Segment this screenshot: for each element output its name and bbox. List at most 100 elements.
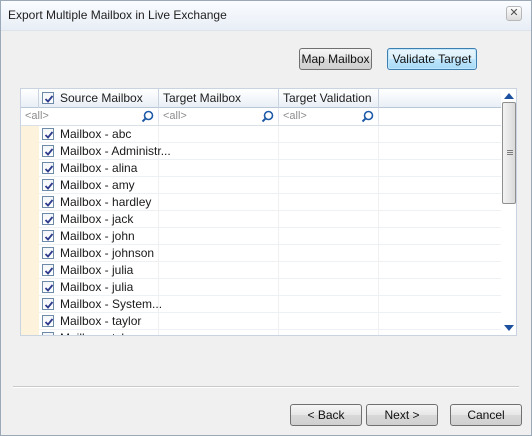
column-header-source[interactable]: Source Mailbox bbox=[39, 89, 159, 108]
target-cell[interactable] bbox=[159, 296, 279, 313]
validation-cell[interactable] bbox=[279, 194, 379, 211]
target-cell[interactable] bbox=[159, 177, 279, 194]
table-row[interactable]: Mailbox - alina bbox=[21, 160, 501, 177]
validation-cell[interactable] bbox=[279, 262, 379, 279]
vertical-scrollbar[interactable] bbox=[501, 89, 516, 335]
row-checkbox[interactable] bbox=[42, 145, 54, 157]
row-checkbox[interactable] bbox=[42, 196, 54, 208]
row-checkbox[interactable] bbox=[42, 281, 54, 293]
source-mailbox-name: Mailbox - johnson bbox=[60, 246, 155, 260]
magnifier-icon[interactable] bbox=[141, 110, 154, 123]
table-row[interactable]: Mailbox - hardley bbox=[21, 194, 501, 211]
row-checkbox[interactable] bbox=[42, 128, 54, 140]
source-mailbox-name: Mailbox - tyl... bbox=[60, 331, 134, 335]
validation-cell[interactable] bbox=[279, 296, 379, 313]
validation-cell[interactable] bbox=[279, 160, 379, 177]
source-cell[interactable]: Mailbox - hardley bbox=[39, 194, 159, 211]
source-cell[interactable]: Mailbox - Administr... bbox=[39, 143, 171, 160]
column-header-validation[interactable]: Target Validation bbox=[279, 89, 379, 108]
source-cell[interactable]: Mailbox - alina bbox=[39, 160, 159, 177]
row-gutter bbox=[21, 228, 39, 245]
validation-cell[interactable] bbox=[279, 143, 379, 160]
column-header-target[interactable]: Target Mailbox bbox=[159, 89, 279, 108]
validation-cell[interactable] bbox=[279, 330, 379, 335]
validation-cell[interactable] bbox=[279, 245, 379, 262]
table-row[interactable]: Mailbox - amy bbox=[21, 177, 501, 194]
source-cell[interactable]: Mailbox - tyl... bbox=[39, 330, 159, 335]
row-checkbox[interactable] bbox=[42, 332, 54, 335]
target-cell[interactable] bbox=[159, 330, 279, 335]
close-icon: ✕ bbox=[509, 7, 519, 19]
close-button[interactable]: ✕ bbox=[506, 6, 522, 21]
source-cell[interactable]: Mailbox - System... bbox=[39, 296, 162, 313]
source-cell[interactable]: Mailbox - johnson bbox=[39, 245, 159, 262]
map-mailbox-button[interactable]: Map Mailbox bbox=[299, 48, 372, 70]
row-checkbox[interactable] bbox=[42, 179, 54, 191]
source-cell[interactable]: Mailbox - julia bbox=[39, 279, 159, 296]
table-row[interactable]: Mailbox - john bbox=[21, 228, 501, 245]
table-row[interactable]: Mailbox - jack bbox=[21, 211, 501, 228]
checkmark-icon bbox=[44, 95, 54, 103]
validation-cell[interactable] bbox=[279, 126, 379, 143]
target-cell[interactable] bbox=[159, 262, 279, 279]
magnifier-icon[interactable] bbox=[361, 110, 374, 123]
checkmark-icon bbox=[44, 148, 54, 156]
source-cell[interactable]: Mailbox - jack bbox=[39, 211, 159, 228]
source-cell[interactable]: Mailbox - taylor bbox=[39, 313, 159, 330]
target-cell[interactable] bbox=[159, 194, 279, 211]
row-checkbox[interactable] bbox=[42, 213, 54, 225]
table-row[interactable]: Mailbox - abc bbox=[21, 126, 501, 143]
filter-source-text: <all> bbox=[25, 110, 49, 122]
row-checkbox[interactable] bbox=[42, 162, 54, 174]
target-cell[interactable] bbox=[159, 126, 279, 143]
source-cell[interactable]: Mailbox - abc bbox=[39, 126, 159, 143]
scroll-down-arrow-icon[interactable] bbox=[504, 325, 514, 332]
validation-cell[interactable] bbox=[279, 279, 379, 296]
source-cell[interactable]: Mailbox - amy bbox=[39, 177, 159, 194]
next-button[interactable]: Next > bbox=[366, 404, 438, 426]
table-row[interactable]: Mailbox - System... bbox=[21, 296, 501, 313]
row-gutter bbox=[21, 262, 39, 279]
magnifier-icon[interactable] bbox=[261, 110, 274, 123]
row-checkbox[interactable] bbox=[42, 315, 54, 327]
validation-cell[interactable] bbox=[279, 228, 379, 245]
filter-validation[interactable]: <all> bbox=[279, 108, 379, 125]
table-row[interactable]: Mailbox - julia bbox=[21, 262, 501, 279]
row-checkbox[interactable] bbox=[42, 264, 54, 276]
source-cell[interactable]: Mailbox - julia bbox=[39, 262, 159, 279]
target-cell[interactable] bbox=[159, 279, 279, 296]
target-cell[interactable] bbox=[159, 211, 279, 228]
header-gutter bbox=[21, 89, 39, 108]
target-cell[interactable] bbox=[159, 143, 279, 160]
source-mailbox-name: Mailbox - john bbox=[60, 229, 135, 243]
window-title: Export Multiple Mailbox in Live Exchange bbox=[8, 8, 227, 22]
target-cell[interactable] bbox=[159, 245, 279, 262]
validate-target-button[interactable]: Validate Target bbox=[387, 48, 477, 70]
target-cell[interactable] bbox=[159, 313, 279, 330]
table-row[interactable]: Mailbox - julia bbox=[21, 279, 501, 296]
row-checkbox[interactable] bbox=[42, 298, 54, 310]
row-gutter bbox=[21, 194, 39, 211]
source-cell[interactable]: Mailbox - john bbox=[39, 228, 159, 245]
row-checkbox[interactable] bbox=[42, 230, 54, 242]
table-row[interactable]: Mailbox - taylor bbox=[21, 313, 501, 330]
table-row[interactable]: Mailbox - Administr... bbox=[21, 143, 501, 160]
scroll-up-arrow-icon[interactable] bbox=[504, 92, 514, 99]
checkmark-icon bbox=[44, 233, 54, 241]
filter-source[interactable]: <all> bbox=[21, 108, 159, 125]
filter-target[interactable]: <all> bbox=[159, 108, 279, 125]
select-all-checkbox[interactable] bbox=[42, 92, 54, 104]
column-label-source: Source Mailbox bbox=[60, 91, 143, 105]
cancel-button[interactable]: Cancel bbox=[450, 404, 522, 426]
scroll-thumb[interactable] bbox=[502, 102, 516, 204]
validation-cell[interactable] bbox=[279, 313, 379, 330]
validation-cell[interactable] bbox=[279, 177, 379, 194]
table-row[interactable]: Mailbox - johnson bbox=[21, 245, 501, 262]
checkmark-icon bbox=[44, 301, 54, 309]
row-checkbox[interactable] bbox=[42, 247, 54, 259]
target-cell[interactable] bbox=[159, 160, 279, 177]
back-button[interactable]: < Back bbox=[290, 404, 362, 426]
validation-cell[interactable] bbox=[279, 211, 379, 228]
target-cell[interactable] bbox=[159, 228, 279, 245]
table-row[interactable]: Mailbox - tyl... bbox=[21, 330, 501, 335]
